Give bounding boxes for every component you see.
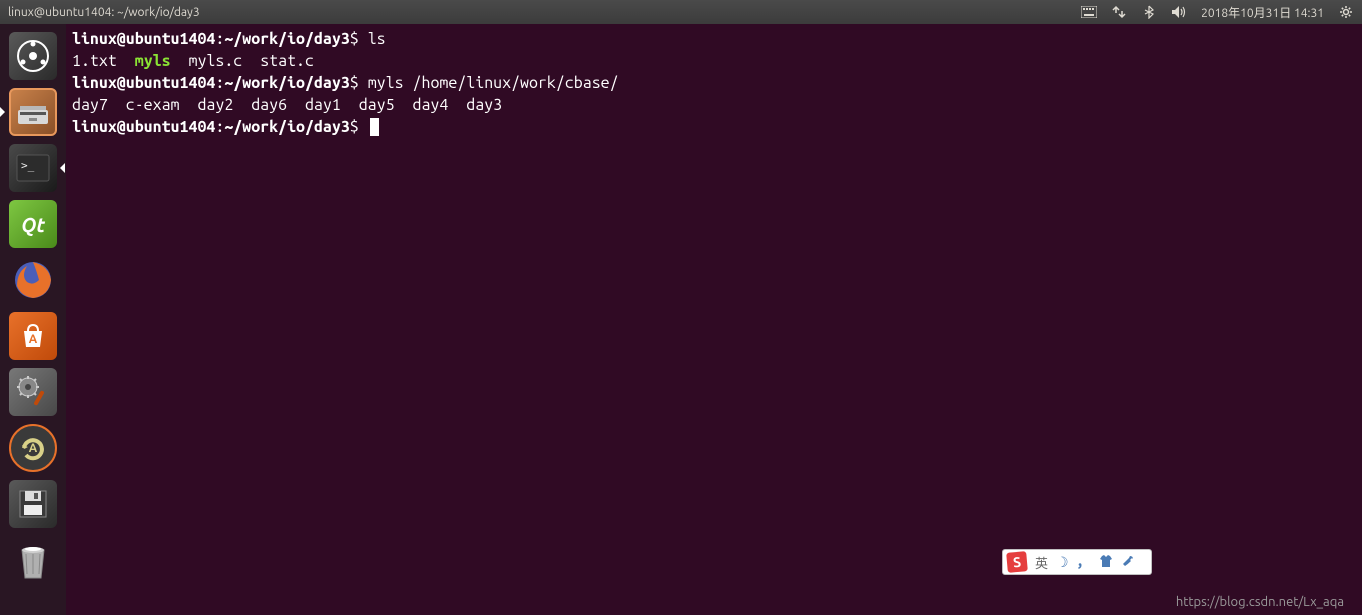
launcher-software-updater[interactable]: A bbox=[7, 422, 59, 474]
software-updater-icon: A bbox=[9, 424, 57, 472]
wrench-icon[interactable] bbox=[1121, 554, 1135, 571]
floppy-icon bbox=[9, 480, 57, 528]
bluetooth-icon[interactable] bbox=[1141, 4, 1157, 20]
terminal-content: linux@ubuntu1404:~/work/io/day3$ ls1.txt… bbox=[72, 28, 1356, 138]
dash-icon bbox=[9, 32, 57, 80]
launcher-software-center[interactable]: A bbox=[7, 310, 59, 362]
system-tray: 2018年10月31日 14:31 bbox=[1081, 4, 1354, 21]
volume-icon[interactable] bbox=[1171, 4, 1187, 20]
launcher-settings[interactable] bbox=[7, 366, 59, 418]
qt-icon: Qt bbox=[9, 200, 57, 248]
launcher-qt[interactable]: Qt bbox=[7, 198, 59, 250]
terminal-line: day7 c-exam day2 day6 day1 day5 day4 day… bbox=[72, 94, 1356, 116]
launcher-dash[interactable] bbox=[7, 30, 59, 82]
software-center-icon: A bbox=[9, 312, 57, 360]
terminal-line: linux@ubuntu1404:~/work/io/day3$ bbox=[72, 116, 1356, 138]
launcher-terminal[interactable]: >_ bbox=[7, 142, 59, 194]
launcher-save[interactable] bbox=[7, 478, 59, 530]
settings-icon bbox=[9, 368, 57, 416]
launcher-trash[interactable] bbox=[7, 534, 59, 586]
ime-lang-label[interactable]: 英 bbox=[1035, 553, 1048, 572]
window-title: linux@ubuntu1404: ~/work/io/day3 bbox=[8, 6, 1081, 19]
terminal-line: linux@ubuntu1404:~/work/io/day3$ myls /h… bbox=[72, 72, 1356, 94]
ime-toolbar[interactable]: S 英 ☽ ， bbox=[1002, 549, 1152, 575]
comma-icon[interactable]: ， bbox=[1077, 552, 1091, 572]
terminal-window[interactable]: linux@ubuntu1404:~/work/io/day3$ ls1.txt… bbox=[66, 24, 1362, 615]
sogou-logo-icon: S bbox=[1006, 551, 1028, 573]
unity-launcher: >_ Qt A A bbox=[0, 24, 66, 615]
trash-icon bbox=[9, 536, 57, 584]
watermark-text: https://blog.csdn.net/Lx_aqa bbox=[1176, 595, 1344, 609]
gear-icon[interactable] bbox=[1338, 4, 1354, 20]
terminal-line: linux@ubuntu1404:~/work/io/day3$ ls bbox=[72, 28, 1356, 50]
firefox-icon bbox=[9, 256, 57, 304]
cursor bbox=[370, 118, 379, 136]
moon-icon[interactable]: ☽ bbox=[1056, 554, 1069, 571]
keyboard-icon[interactable] bbox=[1081, 4, 1097, 20]
svg-text:>_: >_ bbox=[21, 159, 35, 172]
launcher-firefox[interactable] bbox=[7, 254, 59, 306]
svg-text:A: A bbox=[29, 333, 38, 346]
datetime-text[interactable]: 2018年10月31日 14:31 bbox=[1201, 4, 1324, 21]
svg-text:A: A bbox=[29, 442, 38, 455]
network-icon[interactable] bbox=[1111, 4, 1127, 20]
launcher-files[interactable] bbox=[7, 86, 59, 138]
shirt-icon[interactable] bbox=[1099, 554, 1113, 571]
terminal-icon: >_ bbox=[9, 144, 57, 192]
top-panel: linux@ubuntu1404: ~/work/io/day3 2018年10… bbox=[0, 0, 1362, 24]
terminal-line: 1.txt myls myls.c stat.c bbox=[72, 50, 1356, 72]
files-icon bbox=[9, 88, 57, 136]
